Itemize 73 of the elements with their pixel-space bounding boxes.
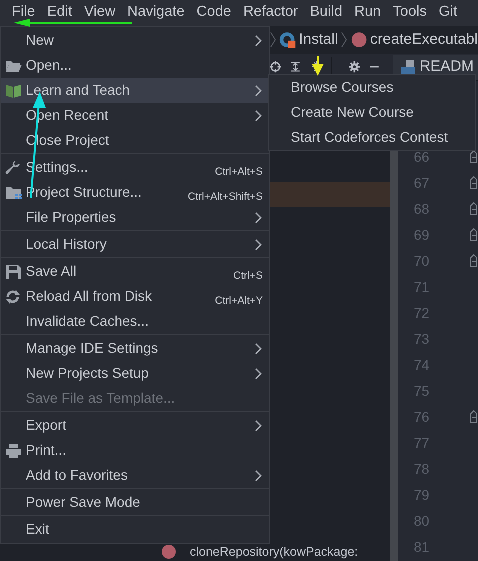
line-number: 77	[414, 434, 430, 452]
method-icon	[350, 31, 368, 49]
menu-bar-item[interactable]: File	[6, 2, 42, 24]
menu-bar-item[interactable]: Code	[190, 2, 238, 24]
menu-bar-item[interactable]: Build	[304, 2, 349, 24]
line-number: 76	[414, 408, 430, 426]
fold-marker-icon[interactable]	[470, 254, 478, 268]
menu-item[interactable]: Export	[1, 413, 269, 438]
line-number: 69	[414, 226, 430, 244]
menu-item[interactable]: Add to Favorites	[1, 463, 269, 488]
line-number: 71	[414, 278, 430, 296]
menu-bar-item[interactable]: Edit	[41, 2, 78, 24]
menu-item[interactable]: Start Codeforces Contest	[269, 125, 475, 150]
fold-marker-icon[interactable]	[470, 150, 478, 164]
fold-marker-icon[interactable]	[470, 410, 478, 424]
line-number: 81	[414, 538, 430, 556]
menu-bar-item[interactable]: Tools	[387, 2, 433, 24]
menu-item[interactable]: Exit	[1, 517, 269, 542]
line-number: 73	[414, 330, 430, 348]
menu-item[interactable]: Invalidate Caches...	[1, 309, 269, 334]
menu-item[interactable]: Learn and Teach	[1, 78, 269, 103]
expand-all-icon[interactable]	[290, 59, 302, 75]
code-text: cloneRepository(kowPackage:	[190, 544, 358, 560]
fold-marker-icon[interactable]	[470, 228, 478, 242]
menu-bar-item[interactable]: Run	[348, 2, 388, 24]
menu-item[interactable]: Manage IDE Settings	[1, 336, 269, 361]
breadcrumb-item[interactable]: createExecutabl	[370, 28, 478, 52]
fold-marker-icon[interactable]	[470, 176, 478, 190]
menu-bar-item[interactable]: Git	[432, 2, 464, 24]
settings-icon[interactable]	[348, 59, 360, 75]
chevron-icon	[270, 31, 276, 49]
shortcut-text: Ctrl+S	[234, 268, 263, 284]
book-icon	[5, 82, 23, 98]
menu-bar-item[interactable]: Navigate	[122, 2, 191, 24]
menu-item[interactable]: Save All Ctrl+S	[1, 259, 269, 284]
menu-item[interactable]: Print...	[1, 438, 269, 463]
menu-item[interactable]: Power Save Mode	[1, 490, 269, 515]
annotation-arrow	[312, 56, 324, 76]
fold-marker-icon[interactable]	[470, 202, 478, 216]
locate-icon[interactable]	[270, 59, 282, 75]
menu-bar-item[interactable]: Refactor	[237, 2, 304, 24]
folder-icon	[5, 184, 23, 200]
menu-item[interactable]: New Projects Setup	[1, 361, 269, 386]
save-icon	[5, 264, 23, 280]
menu-item: Save File as Template...	[25, 389, 176, 408]
menu-bar-item[interactable]: View	[78, 2, 122, 24]
shortcut-text: Ctrl+Alt+Shift+S	[188, 190, 263, 205]
menu-item[interactable]: Reload All from Disk Ctrl+Alt+Y	[1, 284, 269, 309]
menu-item[interactable]: File Properties	[1, 205, 269, 230]
menu-item[interactable]: Open...	[1, 53, 269, 78]
line-number: 67	[414, 174, 430, 192]
line-number: 66	[414, 148, 430, 166]
line-number: 68	[414, 200, 430, 218]
menu-item[interactable]: Local History	[1, 232, 269, 257]
shortcut-text: Ctrl+Alt+S	[215, 164, 263, 180]
markdown-file-icon	[400, 59, 416, 75]
refresh-icon	[5, 288, 23, 304]
menu-item[interactable]: Create New Course	[269, 100, 475, 125]
line-number: 79	[414, 486, 430, 504]
class-icon	[279, 31, 296, 49]
line-number: 75	[414, 382, 430, 400]
shortcut-text: Ctrl+Alt+Y	[215, 294, 263, 309]
chevron-icon	[341, 31, 348, 49]
line-number: 72	[414, 304, 430, 322]
line-number: 80	[414, 512, 430, 530]
menu-item[interactable]: New	[1, 28, 269, 53]
wrench-icon	[5, 160, 23, 176]
printer-icon	[5, 442, 23, 458]
line-number: 74	[414, 356, 430, 374]
line-number: 70	[414, 252, 430, 270]
breadcrumb-item[interactable]: Install	[299, 28, 338, 52]
method-icon	[162, 545, 176, 559]
line-number: 78	[414, 460, 430, 478]
